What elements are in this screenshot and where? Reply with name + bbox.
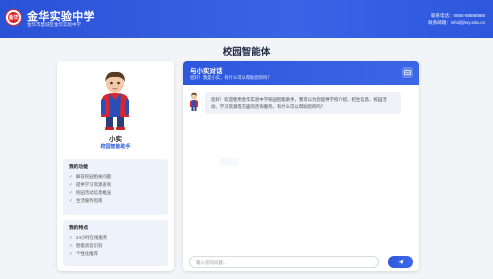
function-item: ✓ 生活服务指南: [69, 198, 103, 203]
top-header: 金华 金华实验中学 金华市婺城区金华实验中学 联系电话：0555-8888888…: [0, 0, 493, 38]
chat-header: 与小实对话 您好！我是小实，有什么可以帮助您的吗？: [183, 61, 419, 85]
features-box: 我的特点 ✓ 24小时在线服务 ✓ 智能语音识别 ✓ 个性化推荐: [63, 220, 168, 266]
contact-phone: 联系电话：0555-88888888: [430, 13, 485, 18]
features-title: 我的特点: [69, 226, 89, 231]
assistant-role: 校园智能助手: [100, 144, 131, 150]
placeholder-block: [220, 158, 238, 166]
assistant-name: 小实: [109, 136, 122, 143]
chat-bubble-icon: [404, 69, 411, 75]
chat-subtitle: 您好！我是小实，有什么可以帮助您的吗？: [190, 75, 272, 80]
send-button[interactable]: [388, 256, 413, 268]
contact-email: 联系邮箱：info@jhsy.edu.cn: [428, 20, 485, 25]
chat-title: 与小实对话: [190, 68, 223, 75]
feature-item: ✓ 个性化推荐: [69, 251, 98, 256]
assistant-message-bubble: 您好！欢迎使用金华实验中学校园智能助手。我可以为您提供学校介绍、招生信息、校园活…: [205, 92, 401, 114]
school-logo: 金华: [5, 9, 22, 26]
page-title: 校园智能体: [222, 47, 271, 58]
check-icon: ✓: [69, 182, 73, 187]
functions-box: 我的功能 ✓ 解答校园相关问题 ✓ 提供学习资源查询 ✓ 校园活动信息推送 ✓ 生活服务…: [63, 159, 168, 215]
send-icon: [398, 259, 403, 265]
chat-panel: 与小实对话 您好！我是小实，有什么可以帮助您的吗？ 您好！欢迎使用金华实验中学校…: [183, 61, 419, 271]
check-icon: ✓: [69, 251, 73, 256]
check-icon: ✓: [69, 243, 73, 248]
assistant-profile-card: 小实 校园智能助手 我的功能 ✓ 解答校园相关问题 ✓ 提供学习资源查询 ✓ 校园活动…: [57, 61, 174, 271]
assistant-avatar: [101, 71, 129, 130]
chat-input[interactable]: [189, 256, 379, 268]
function-item: ✓ 校园活动信息推送: [69, 190, 112, 195]
feature-item: ✓ 24小时在线服务: [69, 235, 108, 240]
contact-info: 联系电话：0555-88888888 联系邮箱：info@jhsy.edu.cn: [428, 12, 485, 26]
check-icon: ✓: [69, 174, 73, 179]
function-item: ✓ 提供学习资源查询: [69, 182, 112, 187]
school-subtitle: 金华市婺城区金华实验中学: [27, 22, 81, 27]
school-logo-text: 金华: [8, 12, 19, 23]
chat-icon[interactable]: [402, 67, 413, 78]
functions-title: 我的功能: [69, 165, 89, 170]
check-icon: ✓: [69, 190, 73, 195]
assistant-message-avatar: [190, 92, 198, 111]
feature-item: ✓ 智能语音识别: [69, 243, 103, 248]
chat-input-row: [189, 256, 413, 268]
check-icon: ✓: [69, 235, 73, 240]
function-item: ✓ 解答校园相关问题: [69, 174, 112, 179]
check-icon: ✓: [69, 198, 73, 203]
